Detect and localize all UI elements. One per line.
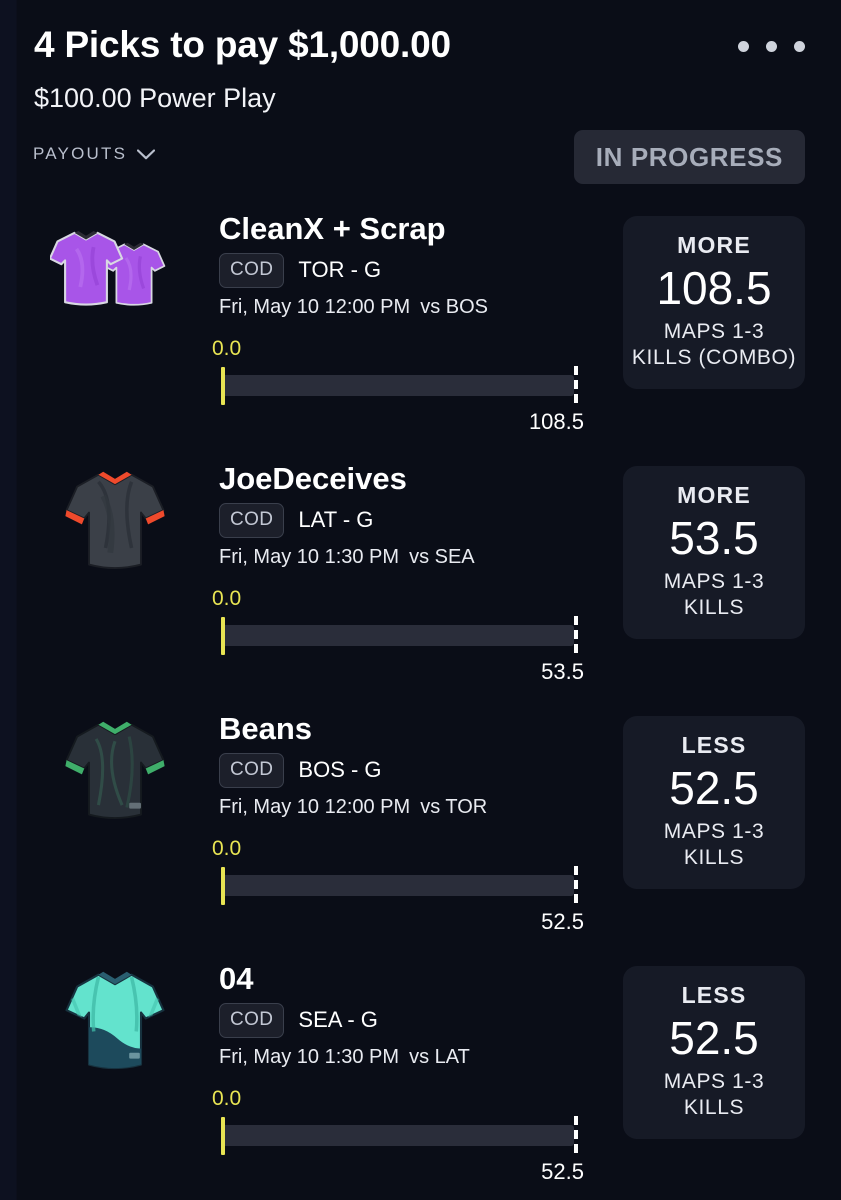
current-marker [221,367,225,405]
current-value: 0.0 [212,337,242,360]
team-position: TOR - G [298,257,382,283]
kebab-dot-1 [738,41,749,52]
game-datetime: Fri, May 10 12:00 PM [219,795,411,818]
game-time: Fri, May 10 12:00 PM vs TOR [219,796,601,819]
league-badge: COD [219,752,285,788]
stat-line: 108.5 [656,262,772,314]
player-name: Beans [219,711,313,746]
league-badge: COD [219,502,285,538]
stat-line: 52.5 [669,1012,759,1064]
pick-row[interactable]: CleanX + Scrap COD TOR - G Fri, May 10 1… [0,200,841,450]
progress-track [222,875,574,896]
progress-bar [212,365,584,406]
current-value: 0.0 [212,587,242,610]
pick-info: Beans COD BOS - G Fri, May 10 12:00 PM vs… [219,711,601,819]
game-datetime: Fri, May 10 12:00 PM [219,295,411,318]
current-marker [221,617,225,655]
team-position: LAT - G [298,507,374,533]
game-datetime: Fri, May 10 1:30 PM [219,1045,400,1068]
progress-block: 0.0 53.5 [212,587,584,684]
player-name: 04 [219,961,254,996]
game-time: Fri, May 10 1:30 PM vs SEA [219,546,601,569]
progress-track [222,1125,574,1146]
goal-value: 108.5 [528,409,584,434]
progress-block: 0.0 52.5 [212,1087,584,1184]
goal-marker-dashed [574,366,578,406]
game-opponent: vs BOS [420,295,488,318]
pick-meta: COD LAT - G [219,502,601,538]
kebab-menu-icon[interactable] [738,41,805,52]
stat-type: MAPS 1-3 KILLS [663,820,765,870]
pick-row[interactable]: 04 COD SEA - G Fri, May 10 1:30 PM vs LAT… [0,950,841,1200]
goal-marker-dashed [574,866,578,906]
stat-direction: LESS [681,732,747,758]
current-value: 0.0 [212,837,242,860]
chevron-down-icon [137,148,156,160]
stat-card[interactable]: MORE 108.5 MAPS 1-3 KILLS (COMBO) [623,216,805,390]
bet-slip-container: 4 Picks to pay $1,000.00 $100.00 Power P… [0,0,841,1200]
goal-marker-dashed [574,1116,578,1156]
stat-card[interactable]: LESS 52.5 MAPS 1-3 KILLS [623,966,805,1140]
game-time: Fri, May 10 12:00 PM vs BOS [219,296,601,319]
league-badge: COD [219,1002,285,1038]
payouts-label: PAYOUTS [33,144,128,163]
jersey-icon-dark-green [52,712,178,832]
stat-card[interactable]: MORE 53.5 MAPS 1-3 KILLS [623,466,805,640]
pick-info: 04 COD SEA - G Fri, May 10 1:30 PM vs LAT [219,961,601,1069]
current-marker [221,1117,225,1155]
game-opponent: vs TOR [420,795,488,818]
game-datetime: Fri, May 10 1:30 PM [219,545,400,568]
pick-meta: COD BOS - G [219,752,601,788]
progress-bar [212,615,584,656]
goal-marker-dashed [574,616,578,656]
pick-meta: COD TOR - G [219,252,601,288]
progress-block: 0.0 52.5 [212,837,584,934]
league-badge: COD [219,252,285,288]
current-value: 0.0 [212,1087,242,1110]
progress-block: 0.0 108.5 [212,337,584,434]
jersey-icon-teal-navy [52,962,178,1082]
entry-subtitle: $100.00 Power Play [34,83,276,113]
status-badge: IN PROGRESS [573,130,805,184]
stat-direction: MORE [677,232,751,258]
goal-value: 52.5 [541,909,584,934]
pick-meta: COD SEA - G [219,1002,601,1038]
team-position: SEA - G [298,1007,378,1033]
goal-value: 53.5 [541,659,584,684]
progress-bar [212,865,584,906]
stat-direction: LESS [681,982,747,1008]
player-name: JoeDeceives [219,461,407,496]
stat-line: 52.5 [669,762,759,814]
team-position: BOS - G [298,757,382,783]
picks-list: CleanX + Scrap COD TOR - G Fri, May 10 1… [0,200,841,1200]
game-opponent: vs LAT [409,1045,470,1068]
jersey-icon-combo-purple [46,212,172,332]
pick-info: CleanX + Scrap COD TOR - G Fri, May 10 1… [219,211,601,319]
slip-header: 4 Picks to pay $1,000.00 $100.00 Power P… [0,0,841,200]
pick-row[interactable]: Beans COD BOS - G Fri, May 10 12:00 PM vs… [0,700,841,950]
pick-row[interactable]: JoeDeceives COD LAT - G Fri, May 10 1:30… [0,450,841,700]
stat-type: MAPS 1-3 KILLS [663,570,765,620]
progress-track [222,625,574,646]
bet-slip-screen: 4 Picks to pay $1,000.00 $100.00 Power P… [0,0,841,1200]
progress-bar [212,1115,584,1156]
pick-info: JoeDeceives COD LAT - G Fri, May 10 1:30… [219,461,601,569]
game-opponent: vs SEA [409,545,475,568]
jersey-icon-dark-red [52,462,178,582]
stat-direction: MORE [677,482,751,508]
kebab-dot-2 [766,41,777,52]
goal-value: 52.5 [541,1159,584,1184]
stat-type: MAPS 1-3 KILLS (COMBO) [631,320,797,370]
stat-type: MAPS 1-3 KILLS [663,1070,765,1120]
game-time: Fri, May 10 1:30 PM vs LAT [219,1046,601,1069]
page-title: 4 Picks to pay $1,000.00 [34,24,451,65]
player-name: CleanX + Scrap [219,211,446,246]
stat-line: 53.5 [669,512,759,564]
payouts-toggle[interactable]: PAYOUTS [33,144,156,164]
progress-track [222,375,574,396]
kebab-dot-3 [794,41,805,52]
stat-card[interactable]: LESS 52.5 MAPS 1-3 KILLS [623,716,805,890]
current-marker [221,867,225,905]
